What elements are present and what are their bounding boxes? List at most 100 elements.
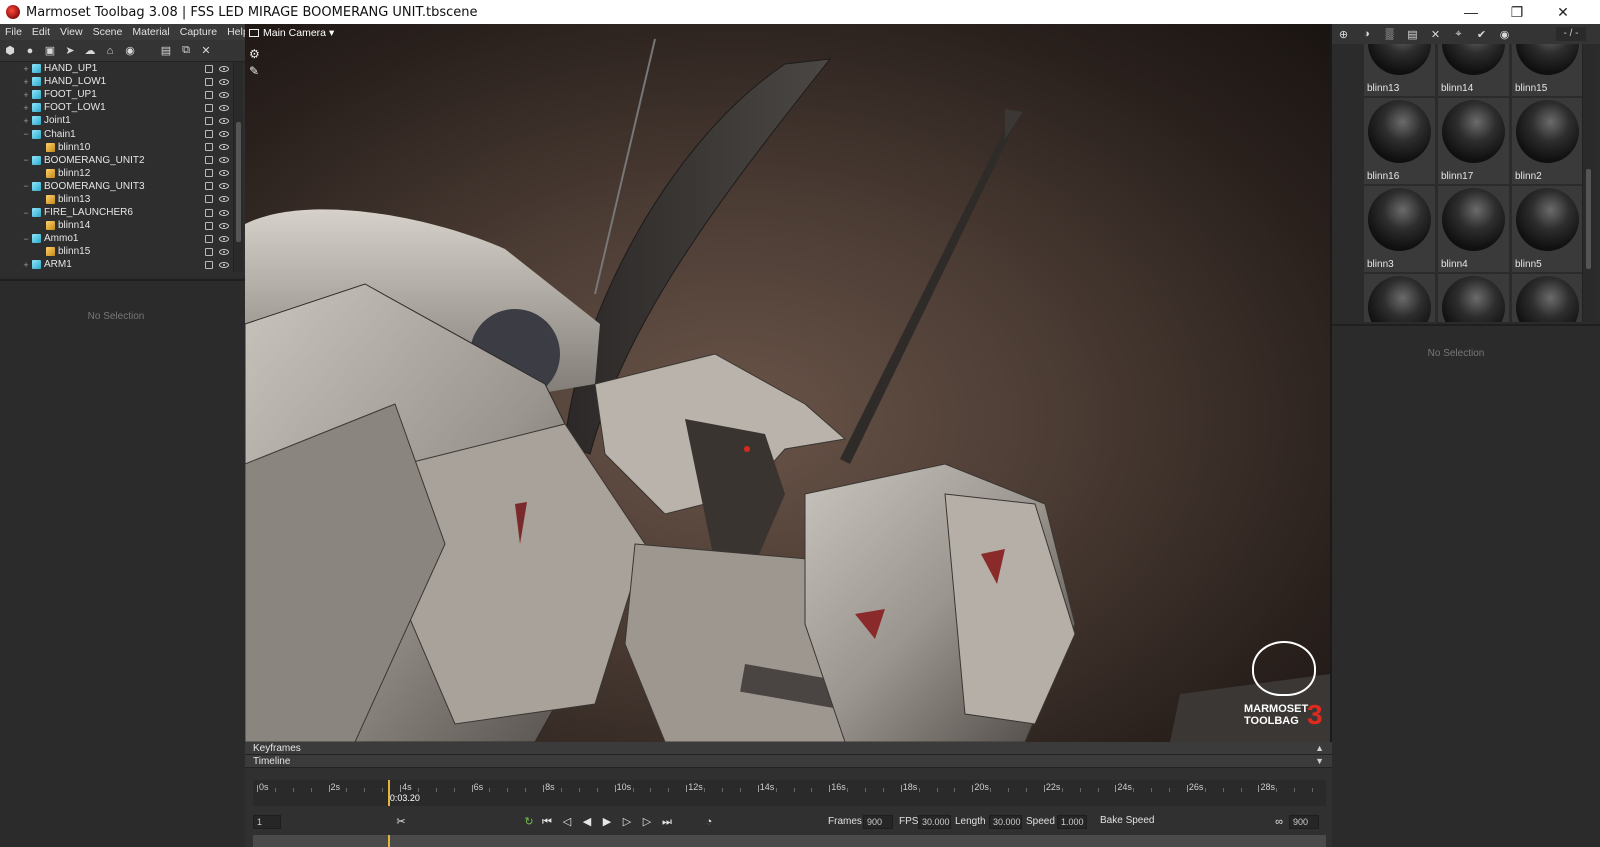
visibility-eye-icon[interactable] [219, 65, 229, 72]
prev-key-icon[interactable]: ◁ [559, 815, 575, 829]
bake-speed-button[interactable]: Bake Speed [1097, 815, 1159, 829]
material-swatch[interactable] [1438, 274, 1509, 322]
menu-material[interactable]: Material [127, 26, 174, 38]
material-swatch[interactable]: blinn3 [1364, 186, 1435, 272]
visibility-eye-icon[interactable] [219, 104, 229, 111]
camera-icon[interactable]: ▣ [40, 42, 60, 60]
checker-icon[interactable]: ▒ [1378, 25, 1401, 43]
material-swatch[interactable]: blinn14 [1438, 44, 1509, 96]
material-swatch[interactable]: blinn17 [1438, 98, 1509, 184]
lock-icon[interactable] [205, 156, 213, 165]
paste-material-icon[interactable]: ◑ [1355, 25, 1378, 43]
step-forward-icon[interactable]: ▷ [619, 815, 635, 829]
expand-toggle-icon[interactable]: − [22, 129, 30, 139]
close-button[interactable]: ✕ [1540, 0, 1586, 24]
sky-icon[interactable]: ⌂ [100, 42, 120, 60]
lock-icon[interactable] [205, 64, 213, 73]
visibility-eye-icon[interactable] [219, 144, 229, 151]
length-field[interactable]: 30.000 [989, 815, 1022, 829]
menu-view[interactable]: View [55, 26, 88, 38]
outliner-item[interactable]: + ARM1 [0, 258, 245, 271]
render-icon[interactable]: ◉ [1493, 25, 1516, 43]
outliner-item[interactable]: + FOOT_LOW1 [0, 101, 245, 114]
visibility-eye-icon[interactable] [219, 183, 229, 190]
settings-icon[interactable]: ◔ [701, 815, 717, 829]
lock-icon[interactable] [205, 143, 213, 152]
outliner-item[interactable]: − Ammo1 [0, 232, 245, 245]
lock-icon[interactable] [205, 260, 213, 269]
visibility-eye-icon[interactable] [219, 131, 229, 138]
3d-viewport[interactable]: Main Camera ▾ ⚙ ✎ MARMOSET TOOLBAG 3 [245, 24, 1330, 742]
render-icon[interactable]: ◉ [120, 42, 140, 60]
outliner-item[interactable]: + HAND_UP1 [0, 62, 245, 75]
outliner-scrollbar[interactable] [233, 62, 243, 272]
menu-capture[interactable]: Capture [175, 26, 222, 38]
material-swatch[interactable]: blinn15 [1512, 44, 1582, 96]
timeline-header[interactable]: Timeline ▼ [245, 755, 1332, 768]
outliner-item[interactable]: + FOOT_UP1 [0, 88, 245, 101]
visibility-eye-icon[interactable] [219, 91, 229, 98]
menu-edit[interactable]: Edit [27, 26, 55, 38]
jump-end-icon[interactable]: ⏭ [659, 815, 675, 829]
pick-material-icon[interactable]: ⌖ [1447, 25, 1470, 43]
visibility-eye-icon[interactable] [219, 170, 229, 177]
settings-icon[interactable]: ⚙ [249, 46, 260, 63]
timeline-track[interactable] [253, 835, 1326, 847]
jump-start-icon[interactable]: ⏮ [539, 815, 555, 829]
shadow-icon[interactable]: ☁ [80, 42, 100, 60]
visibility-eye-icon[interactable] [219, 78, 229, 85]
link-icon[interactable]: ∞ [1271, 815, 1287, 829]
material-page-indicator[interactable]: - / - [1556, 27, 1586, 41]
expand-toggle-icon[interactable]: − [22, 208, 30, 218]
minimize-button[interactable]: — [1448, 0, 1494, 24]
expand-toggle-icon[interactable]: + [22, 90, 30, 100]
timeline-ruler[interactable]: 0:03.20 0s 2s 4s 6s 8s 10s 12s 14s 16s 18s 20s 22s 2… [253, 780, 1326, 806]
material-swatch[interactable] [1512, 274, 1582, 322]
outliner-item[interactable]: − FIRE_LAUNCHER6 [0, 206, 245, 219]
keyframes-header[interactable]: Keyframes ▲ [245, 742, 1332, 755]
expand-toggle-icon[interactable]: − [22, 234, 30, 244]
visibility-eye-icon[interactable] [219, 235, 229, 242]
expand-toggle-icon[interactable]: − [22, 155, 30, 165]
lock-icon[interactable] [205, 182, 213, 191]
menu-scene[interactable]: Scene [88, 26, 128, 38]
expand-toggle-icon[interactable]: + [22, 103, 30, 113]
visibility-eye-icon[interactable] [219, 196, 229, 203]
fps-field[interactable]: 30.000 [918, 815, 951, 829]
lock-icon[interactable] [205, 116, 213, 125]
delete-icon[interactable]: ✕ [196, 42, 216, 60]
collapse-icon[interactable]: ▼ [1315, 755, 1324, 768]
duplicate-icon[interactable]: ⧉ [176, 42, 196, 60]
material-swatch[interactable]: blinn16 [1364, 98, 1435, 184]
lock-icon[interactable] [205, 130, 213, 139]
outliner-item[interactable]: blinn12 [0, 167, 245, 180]
outliner-item[interactable]: − BOOMERANG_UNIT2 [0, 154, 245, 167]
camera-selector[interactable]: Main Camera ▾ [263, 27, 334, 39]
expand-toggle-icon[interactable]: + [22, 64, 30, 74]
menu-file[interactable]: File [0, 26, 27, 38]
animation-icon[interactable]: ➤ [60, 42, 80, 60]
material-swatch[interactable]: blinn4 [1438, 186, 1509, 272]
material-swatch[interactable]: blinn13 [1364, 44, 1435, 96]
object-icon[interactable]: ⬢ [0, 42, 20, 60]
loop-icon[interactable]: ↻ [521, 815, 537, 829]
outliner-item[interactable]: blinn10 [0, 141, 245, 154]
lock-icon[interactable] [205, 90, 213, 99]
material-swatch[interactable]: blinn2 [1512, 98, 1582, 184]
speed-field[interactable]: 1.000 [1057, 815, 1087, 829]
lock-icon[interactable] [205, 103, 213, 112]
visibility-eye-icon[interactable] [219, 157, 229, 164]
play-icon[interactable]: ▶ [599, 815, 615, 829]
outliner-item[interactable]: − BOOMERANG_UNIT3 [0, 180, 245, 193]
material-swatch[interactable]: blinn5 [1512, 186, 1582, 272]
lock-icon[interactable] [205, 234, 213, 243]
lock-icon[interactable] [205, 208, 213, 217]
brush-icon[interactable]: ✎ [249, 63, 260, 80]
outliner-item[interactable]: blinn15 [0, 245, 245, 258]
light-icon[interactable]: ● [20, 42, 40, 60]
outliner-item[interactable]: + HAND_LOW1 [0, 75, 245, 88]
expand-toggle-icon[interactable]: + [22, 116, 30, 126]
material-swatch[interactable] [1364, 274, 1435, 322]
next-key-icon[interactable]: ▷ [639, 815, 655, 829]
current-frame-field[interactable]: 1 [253, 815, 281, 829]
